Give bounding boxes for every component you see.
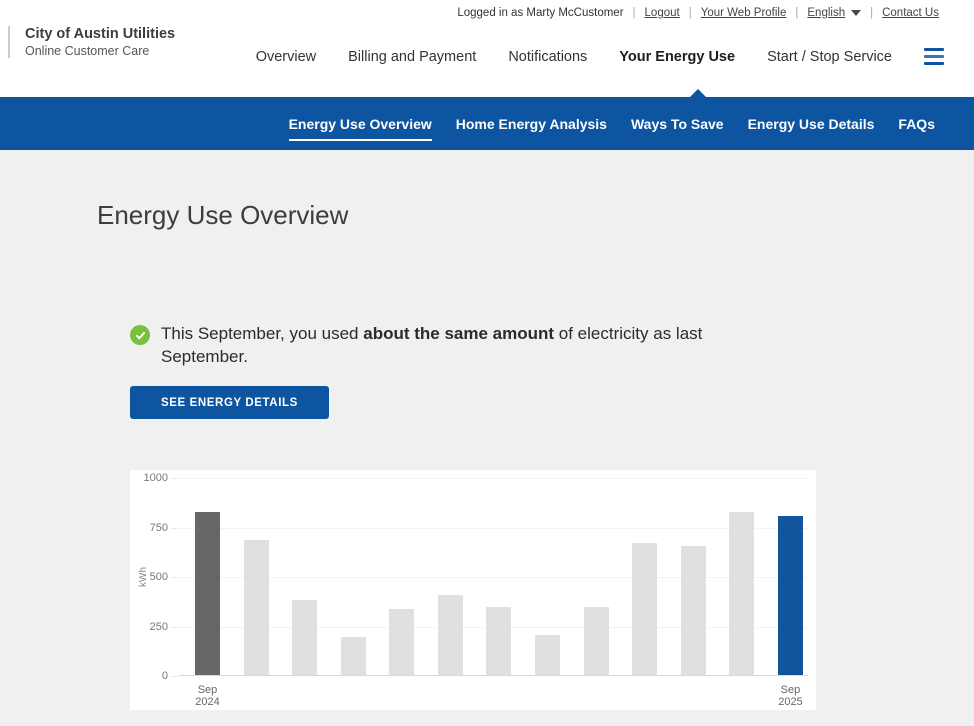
insight-text-bold: about the same amount bbox=[363, 324, 554, 343]
hamburger-menu-icon[interactable] bbox=[924, 48, 944, 65]
chart-plot bbox=[178, 478, 808, 676]
language-selector[interactable]: English bbox=[807, 7, 861, 19]
chart-bar-sep-2024[interactable] bbox=[195, 512, 220, 675]
x-tick-label: Sep2024 bbox=[178, 684, 238, 708]
y-tick-label: 250 bbox=[130, 621, 168, 633]
chart-gridline bbox=[178, 528, 808, 529]
y-tick-label: 1000 bbox=[130, 472, 168, 484]
insight-text-pre: This September, you used bbox=[161, 324, 363, 343]
y-tick-mark bbox=[171, 676, 177, 677]
brand-subtitle: Online Customer Care bbox=[25, 44, 175, 58]
chart-bar-oct-2024[interactable] bbox=[244, 540, 269, 675]
x-tick-label: Sep2025 bbox=[760, 684, 820, 708]
subnav-item-energy-use-overview[interactable]: Energy Use Overview bbox=[289, 116, 432, 132]
y-tick-label: 750 bbox=[130, 522, 168, 534]
nav-item-notifications[interactable]: Notifications bbox=[508, 49, 587, 65]
logout-link[interactable]: Logout bbox=[645, 7, 680, 19]
chart-gridline bbox=[178, 577, 808, 578]
energy-sub-nav: Energy Use Overview Home Energy Analysis… bbox=[0, 97, 974, 150]
page-title: Energy Use Overview bbox=[97, 200, 348, 231]
see-energy-details-button[interactable]: SEE ENERGY DETAILS bbox=[130, 386, 329, 419]
brand-logo[interactable]: City of Austin Utilities Online Customer… bbox=[8, 26, 175, 58]
nav-item-start-stop-service[interactable]: Start / Stop Service bbox=[767, 49, 892, 65]
chart-bar-aug-2025[interactable] bbox=[729, 512, 754, 675]
language-label: English bbox=[807, 7, 845, 19]
site-header: Logged in as Marty McCustomer | Logout |… bbox=[0, 0, 974, 97]
subnav-item-energy-use-details[interactable]: Energy Use Details bbox=[748, 116, 875, 132]
contact-us-link[interactable]: Contact Us bbox=[882, 7, 939, 19]
chart-card: kWh 02505007501000Sep2024Sep2025 bbox=[130, 470, 816, 710]
chart-bar-jan-2025[interactable] bbox=[389, 609, 414, 675]
web-profile-link[interactable]: Your Web Profile bbox=[701, 7, 787, 19]
utility-bar: Logged in as Marty McCustomer | Logout |… bbox=[457, 7, 939, 19]
chevron-down-icon bbox=[851, 10, 861, 16]
y-tick-mark bbox=[171, 528, 177, 529]
insight-text: This September, you used about the same … bbox=[161, 322, 786, 368]
y-tick-label: 0 bbox=[130, 670, 168, 682]
brand-title: City of Austin Utilities bbox=[25, 26, 175, 42]
chart-bar-jul-2025[interactable] bbox=[681, 546, 706, 675]
chart-gridline bbox=[178, 478, 808, 479]
check-icon bbox=[130, 325, 150, 345]
y-tick-label: 500 bbox=[130, 571, 168, 583]
separator: | bbox=[689, 7, 692, 19]
chart-bar-nov-2024[interactable] bbox=[292, 600, 317, 675]
chart-bar-may-2025[interactable] bbox=[584, 607, 609, 675]
active-section-pointer-caret bbox=[690, 89, 706, 97]
chart-bar-mar-2025[interactable] bbox=[486, 607, 511, 675]
y-tick-mark bbox=[171, 478, 177, 479]
insight-banner: This September, you used about the same … bbox=[130, 322, 786, 368]
nav-item-billing-and-payment[interactable]: Billing and Payment bbox=[348, 49, 476, 65]
separator: | bbox=[870, 7, 873, 19]
chart-bar-feb-2025[interactable] bbox=[438, 595, 463, 675]
chart-bar-sep-2025[interactable] bbox=[778, 516, 803, 675]
logged-in-text: Logged in as Marty McCustomer bbox=[457, 7, 623, 19]
subnav-item-ways-to-save[interactable]: Ways To Save bbox=[631, 116, 724, 132]
subnav-item-home-energy-analysis[interactable]: Home Energy Analysis bbox=[456, 116, 607, 132]
chart-bar-jun-2025[interactable] bbox=[632, 543, 657, 675]
nav-item-your-energy-use[interactable]: Your Energy Use bbox=[619, 49, 735, 65]
main-content: Energy Use Overview This September, you … bbox=[0, 150, 974, 726]
y-tick-mark bbox=[171, 627, 177, 628]
separator: | bbox=[633, 7, 636, 19]
y-tick-mark bbox=[171, 577, 177, 578]
chart-bar-apr-2025[interactable] bbox=[535, 635, 560, 675]
separator: | bbox=[795, 7, 798, 19]
main-nav: Overview Billing and Payment Notificatio… bbox=[256, 48, 944, 65]
nav-item-overview[interactable]: Overview bbox=[256, 49, 316, 65]
subnav-item-faqs[interactable]: FAQs bbox=[898, 116, 935, 132]
chart-bar-dec-2024[interactable] bbox=[341, 637, 366, 675]
